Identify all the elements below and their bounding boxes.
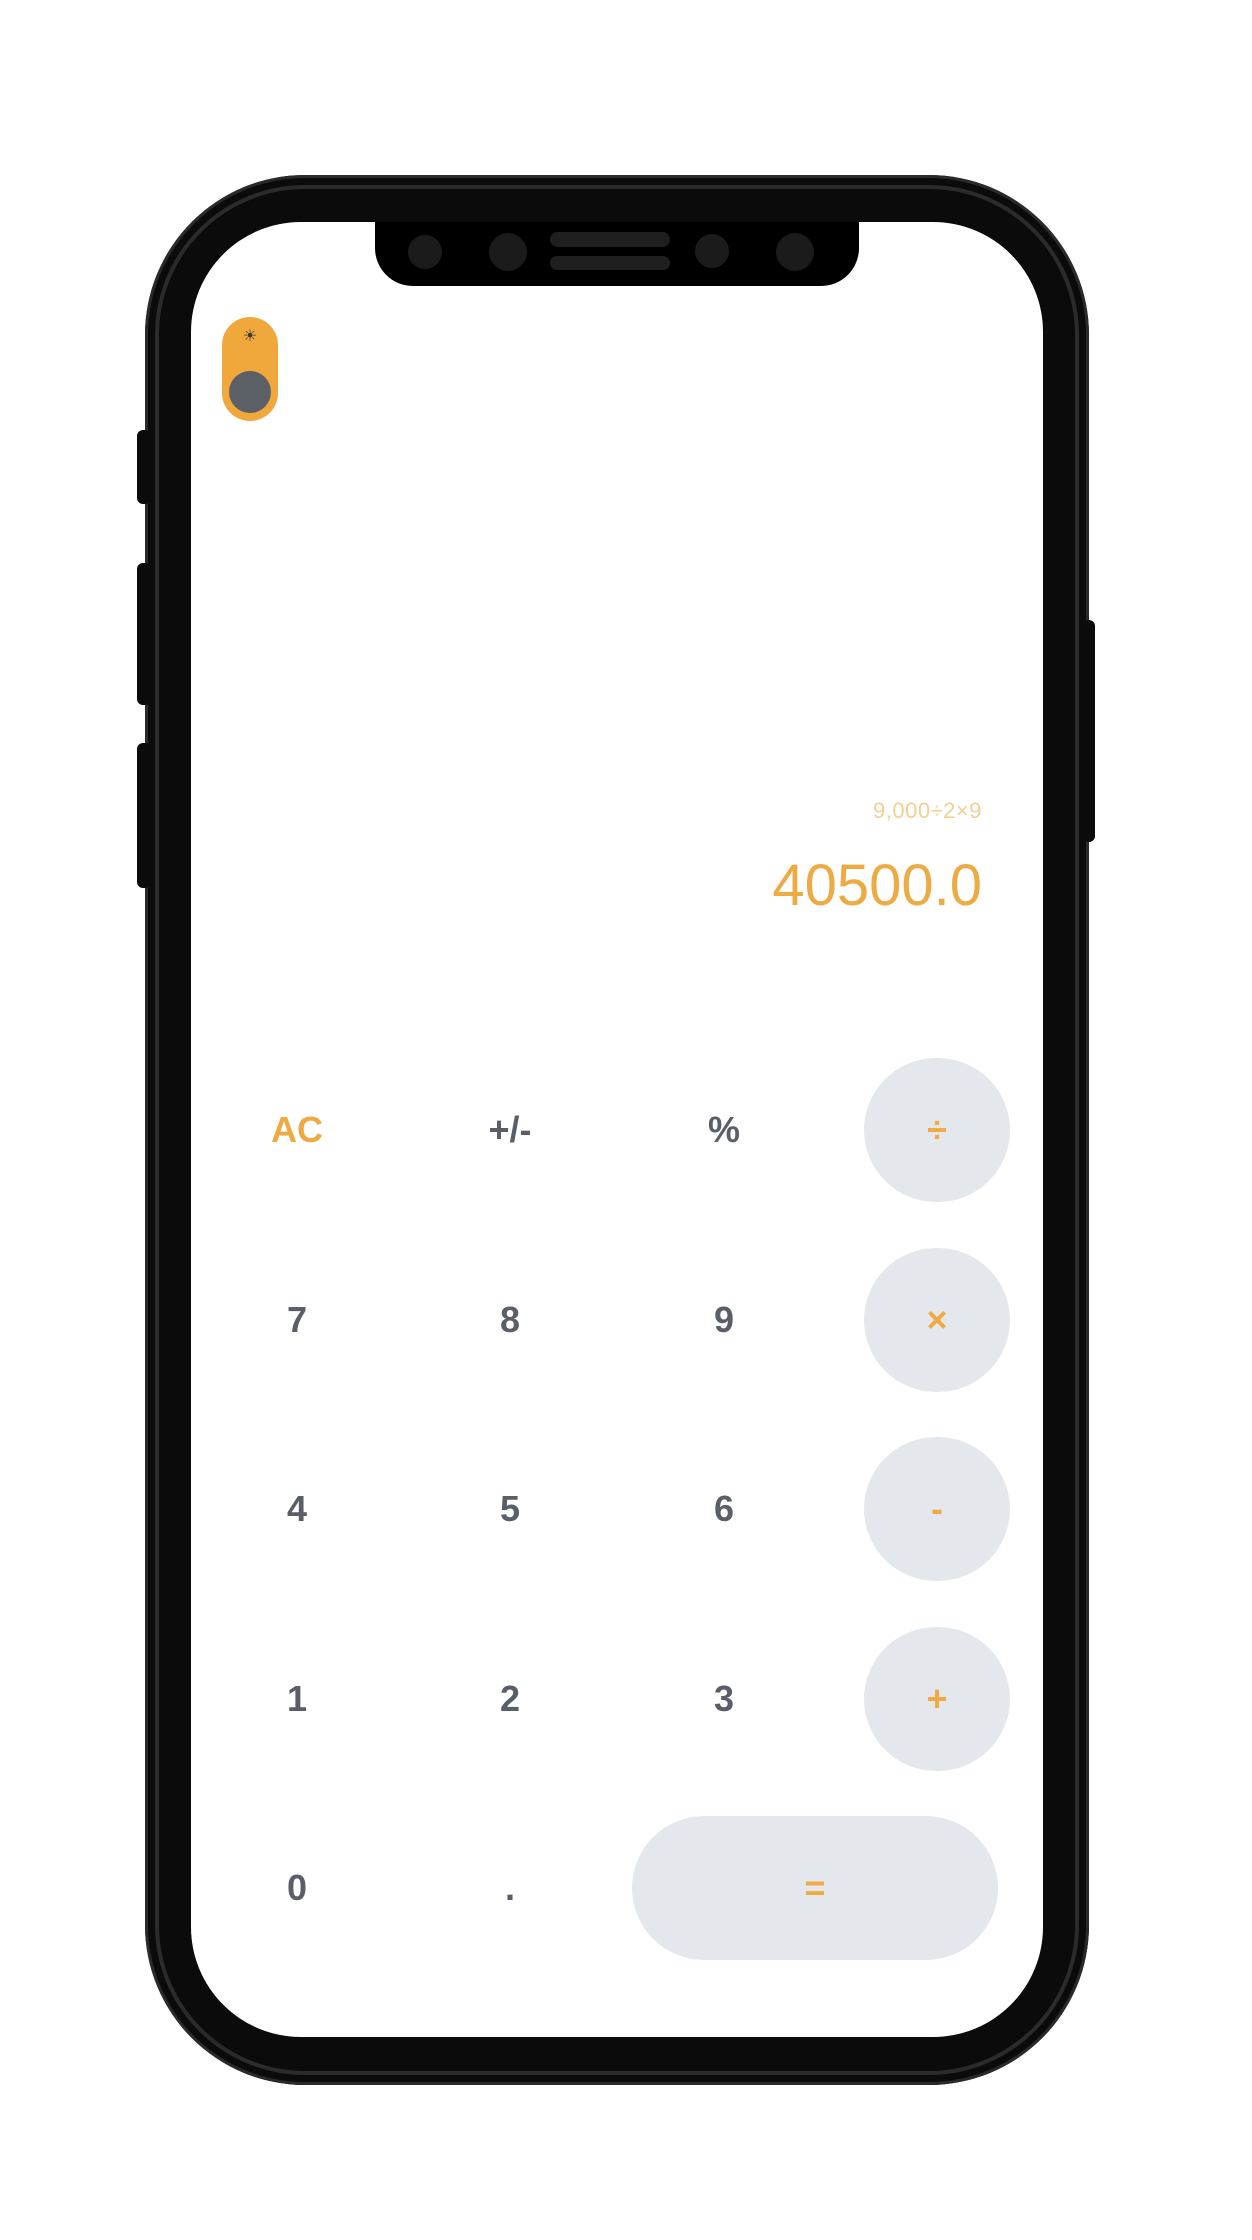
sensor-dot — [408, 235, 442, 269]
clear-button[interactable]: AC — [224, 1058, 370, 1202]
digit-2-button[interactable]: 2 — [437, 1627, 583, 1771]
notch — [375, 222, 859, 286]
sign-toggle-button[interactable]: +/- — [437, 1058, 583, 1202]
power-button — [1083, 620, 1095, 842]
subtract-button[interactable]: - — [864, 1437, 1010, 1581]
ambient-sensor — [776, 233, 814, 271]
digit-9-button[interactable]: 9 — [651, 1248, 797, 1392]
page: ☀ 9,000÷2×9 40500.0 AC +/- % ÷ 7 8 9 × 4… — [0, 0, 1252, 2240]
digit-3-button[interactable]: 3 — [651, 1627, 797, 1771]
front-camera — [489, 233, 527, 271]
digit-0-button[interactable]: 0 — [224, 1816, 370, 1960]
result-display: 40500.0 — [772, 853, 982, 918]
toggle-knob — [229, 371, 271, 413]
divide-button[interactable]: ÷ — [864, 1058, 1010, 1202]
phone-screen: ☀ 9,000÷2×9 40500.0 AC +/- % ÷ 7 8 9 × 4… — [191, 222, 1043, 2037]
proximity-sensor — [695, 234, 729, 268]
digit-1-button[interactable]: 1 — [224, 1627, 370, 1771]
volume-down-button — [137, 743, 151, 888]
percent-button[interactable]: % — [651, 1058, 797, 1202]
digit-5-button[interactable]: 5 — [437, 1437, 583, 1581]
mute-switch — [137, 430, 151, 504]
digit-7-button[interactable]: 7 — [224, 1248, 370, 1392]
add-button[interactable]: + — [864, 1627, 1010, 1771]
digit-4-button[interactable]: 4 — [224, 1437, 370, 1581]
earpiece-grille — [550, 256, 670, 270]
digit-8-button[interactable]: 8 — [437, 1248, 583, 1392]
theme-toggle[interactable]: ☀ — [222, 317, 278, 421]
earpiece-speaker — [550, 232, 670, 247]
multiply-button[interactable]: × — [864, 1248, 1010, 1392]
decimal-button[interactable]: . — [437, 1816, 583, 1960]
volume-up-button — [137, 563, 151, 705]
expression-display: 9,000÷2×9 — [873, 798, 982, 823]
equals-button[interactable]: = — [632, 1816, 998, 1960]
sun-icon: ☀ — [242, 326, 258, 345]
digit-6-button[interactable]: 6 — [651, 1437, 797, 1581]
